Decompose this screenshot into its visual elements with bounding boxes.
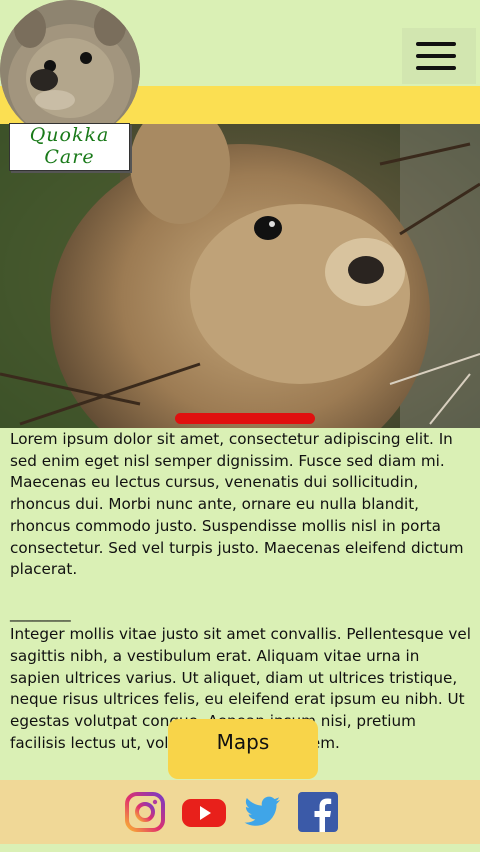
maps-button[interactable]: Maps [168, 719, 318, 779]
facebook-icon[interactable] [298, 792, 338, 832]
logo-text[interactable]: Quokka Care [9, 123, 130, 171]
logo-quokka-photo[interactable] [0, 0, 140, 140]
footer [0, 780, 480, 844]
hamburger-menu-icon[interactable] [402, 28, 476, 84]
youtube-icon[interactable] [181, 792, 227, 832]
logo-line-2: Care [44, 146, 95, 168]
main-content: Lorem ipsum dolor sit amet, consectetur … [10, 429, 472, 755]
paragraph-1: Lorem ipsum dolor sit amet, consectetur … [10, 430, 464, 579]
divider: ________ [10, 603, 71, 622]
instagram-icon[interactable] [125, 792, 165, 832]
twitter-icon[interactable] [242, 792, 282, 832]
logo-line-1: Quokka [29, 124, 110, 146]
slider-indicator[interactable] [175, 413, 315, 424]
